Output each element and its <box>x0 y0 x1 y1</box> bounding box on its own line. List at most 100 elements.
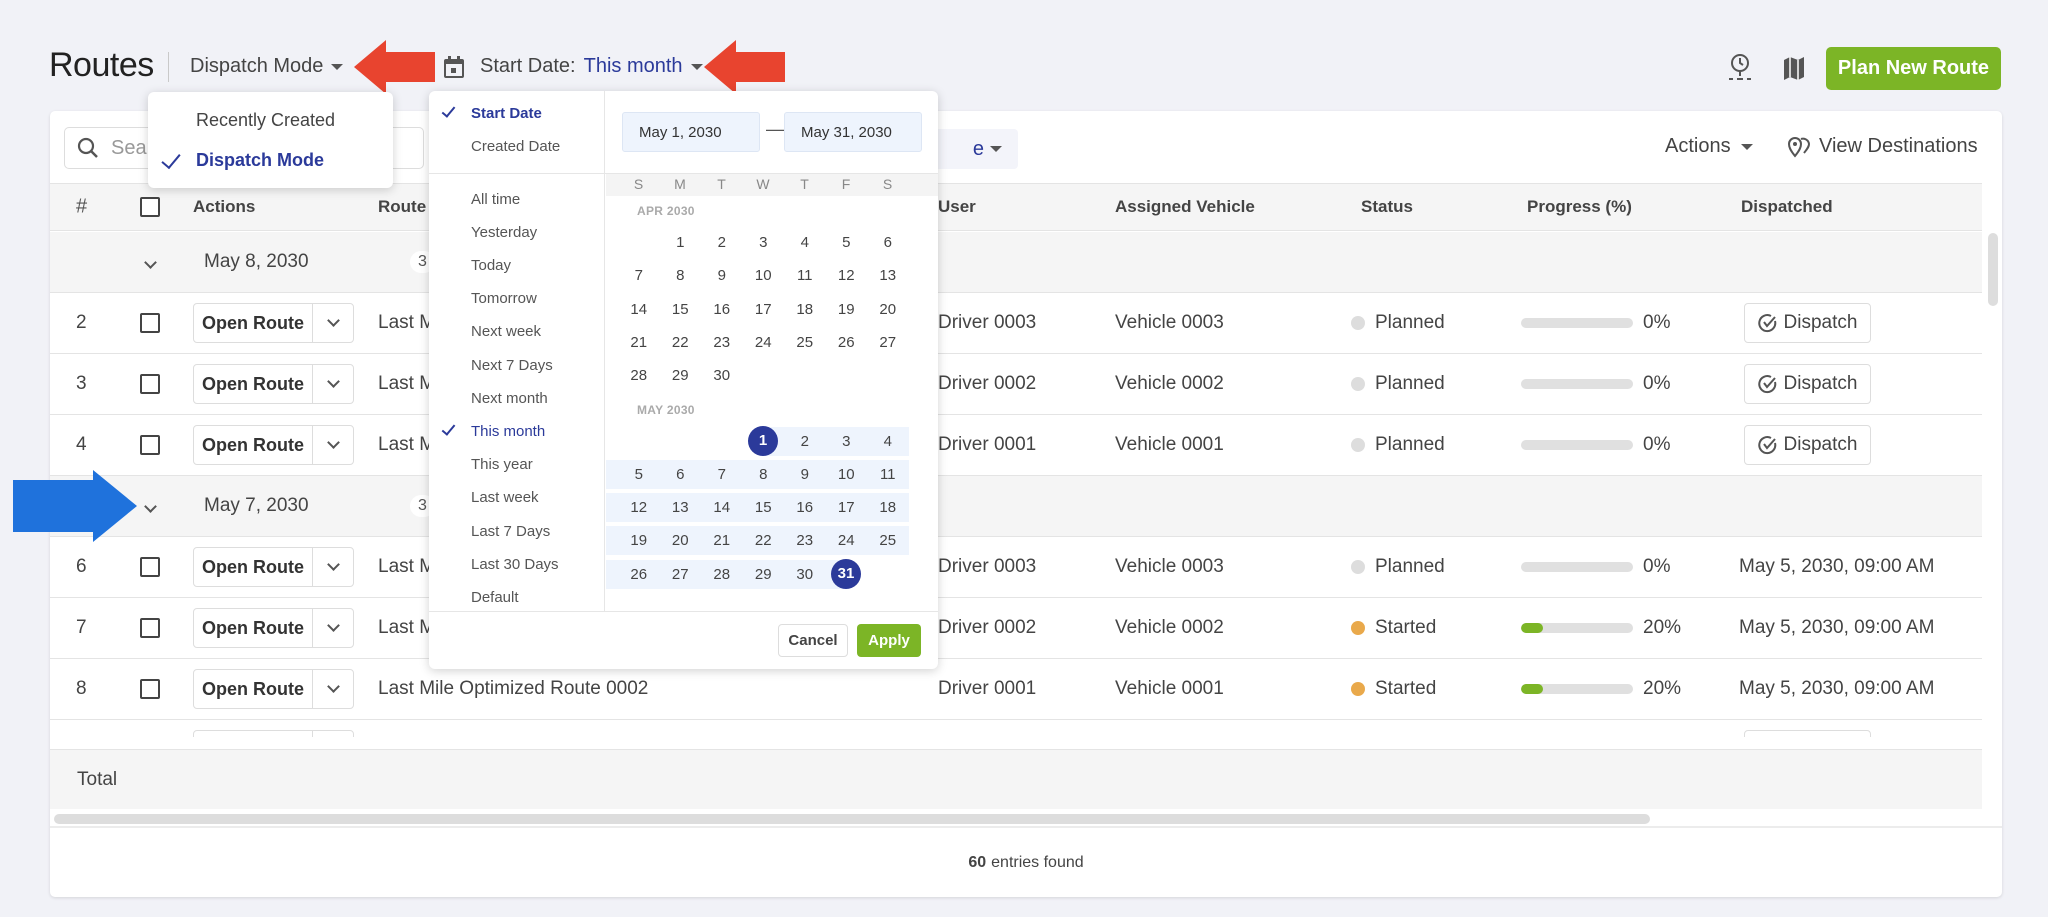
calendar-day[interactable]: 7 <box>701 460 743 489</box>
map-icon[interactable] <box>1780 52 1808 84</box>
calendar-day[interactable]: 20 <box>867 295 909 324</box>
open-route-button[interactable]: Open Route <box>194 670 313 708</box>
calendar-day[interactable]: 24 <box>743 328 785 357</box>
calendar-day[interactable]: 23 <box>701 328 743 357</box>
date-type-option[interactable]: Start Date <box>429 98 605 128</box>
date-preset-option[interactable]: Today <box>429 250 605 280</box>
calendar-day[interactable]: 10 <box>826 460 868 489</box>
column-header-route[interactable]: Route <box>378 197 426 217</box>
calendar-day[interactable]: 21 <box>701 526 743 555</box>
calendar-day[interactable]: 30 <box>701 361 743 390</box>
calendar-day[interactable]: 19 <box>826 295 868 324</box>
horizontal-scrollbar[interactable] <box>54 814 1650 824</box>
calendar-day[interactable]: 15 <box>743 493 785 522</box>
dispatch-button[interactable]: Dispatch <box>1744 730 1871 737</box>
open-route-menu-toggle[interactable] <box>313 304 353 342</box>
open-route-button[interactable]: Open Route <box>194 365 313 403</box>
calendar-day[interactable]: 1 <box>660 228 702 257</box>
calendar-day-selected[interactable]: 1 <box>748 426 778 456</box>
date-filter-dropdown[interactable]: Start Date: This month <box>444 55 703 78</box>
date-preset-option[interactable]: Tomorrow <box>429 284 605 314</box>
cancel-button[interactable]: Cancel <box>778 624 848 657</box>
date-preset-option[interactable]: Next week <box>429 317 605 347</box>
route-name[interactable]: Last Mile Optimized Route 0002 <box>378 678 648 700</box>
date-preset-option[interactable]: Next month <box>429 383 605 413</box>
calendar-day[interactable]: 4 <box>867 427 909 456</box>
group-row[interactable]: May 8, 2030 3 <box>50 232 1982 293</box>
table-body[interactable]: May 8, 2030 3 2 Open Route Last Mile Opt… <box>50 232 1982 737</box>
open-route-button[interactable]: Open Route <box>194 731 313 737</box>
calendar-day[interactable]: 18 <box>784 295 826 324</box>
date-preset-option[interactable]: This month <box>429 416 605 446</box>
table-row[interactable]: 7 Open Route Last Mile Optimized Route 0… <box>50 598 1982 659</box>
open-route-menu-toggle[interactable] <box>313 731 353 737</box>
calendar-day[interactable]: 27 <box>867 328 909 357</box>
calendar-day[interactable]: 17 <box>743 295 785 324</box>
calendar-day[interactable]: 22 <box>660 328 702 357</box>
row-checkbox[interactable] <box>140 557 160 577</box>
calendar-day[interactable]: 22 <box>743 526 785 555</box>
calendar-day[interactable]: 8 <box>743 460 785 489</box>
dispatch-button[interactable]: Dispatch <box>1744 303 1871 343</box>
calendar-day[interactable]: 2 <box>784 427 826 456</box>
date-preset-option[interactable]: Last week <box>429 483 605 513</box>
group-row[interactable]: May 7, 2030 3 <box>50 476 1982 537</box>
open-route-menu-toggle[interactable] <box>313 609 353 647</box>
calendar-day[interactable]: 12 <box>826 261 868 290</box>
calendar-day[interactable]: 13 <box>867 261 909 290</box>
open-route-button[interactable]: Open Route <box>194 548 313 586</box>
calendar-day[interactable]: 26 <box>826 328 868 357</box>
calendar-day[interactable]: 28 <box>701 560 743 589</box>
calendar-day[interactable]: 26 <box>618 560 660 589</box>
plan-new-route-button[interactable]: Plan New Route <box>1826 47 2001 90</box>
row-checkbox[interactable] <box>140 313 160 333</box>
table-row[interactable]: 9 Open Route Last Mile Optimized Route 0… <box>50 720 1982 737</box>
apply-button[interactable]: Apply <box>857 624 921 657</box>
actions-dropdown[interactable]: Actions <box>1665 135 1753 158</box>
date-type-option[interactable]: Created Date <box>429 131 605 161</box>
calendar-day[interactable]: 3 <box>826 427 868 456</box>
date-preset-option[interactable]: All time <box>429 184 605 214</box>
table-row[interactable]: 3 Open Route Last Mile Optimized Route 0… <box>50 354 1982 415</box>
table-row[interactable]: 6 Open Route Last Mile Optimized Route 0… <box>50 537 1982 598</box>
start-date-input[interactable]: May 1, 2030 <box>622 112 760 152</box>
row-checkbox[interactable] <box>140 679 160 699</box>
calendar-day[interactable]: 2 <box>701 228 743 257</box>
calendar-day[interactable]: 8 <box>660 261 702 290</box>
column-header-status[interactable]: Status <box>1361 197 1413 217</box>
calendar-day-selected[interactable]: 31 <box>831 559 861 590</box>
calendar-day[interactable]: 17 <box>826 493 868 522</box>
open-route-menu-toggle[interactable] <box>313 548 353 586</box>
calendar-day[interactable]: 6 <box>867 228 909 257</box>
column-header-dispatched[interactable]: Dispatched <box>1741 197 1833 217</box>
calendar-day[interactable]: 29 <box>660 361 702 390</box>
view-destinations-button[interactable]: View Destinations <box>1787 135 1978 158</box>
calendar-day[interactable]: 28 <box>618 361 660 390</box>
row-checkbox[interactable] <box>140 618 160 638</box>
calendar-day[interactable]: 27 <box>660 560 702 589</box>
dispatch-button[interactable]: Dispatch <box>1744 425 1871 465</box>
menu-item-dispatch-mode[interactable]: Dispatch Mode <box>148 140 393 180</box>
calendar-day[interactable]: 25 <box>784 328 826 357</box>
row-checkbox[interactable] <box>140 435 160 455</box>
open-route-menu-toggle[interactable] <box>313 670 353 708</box>
date-preset-option[interactable]: Last 7 Days <box>429 516 605 546</box>
calendar-day[interactable]: 10 <box>743 261 785 290</box>
calendar-day[interactable]: 25 <box>867 526 909 555</box>
calendar-day[interactable]: 14 <box>618 295 660 324</box>
table-row[interactable]: 2 Open Route Last Mile Optimized Route 0… <box>50 293 1982 354</box>
calendar-day[interactable]: 9 <box>701 261 743 290</box>
open-route-menu-toggle[interactable] <box>313 365 353 403</box>
group-collapse-toggle[interactable] <box>144 251 157 273</box>
date-preset-option[interactable]: This year <box>429 450 605 480</box>
calendar-day[interactable]: 29 <box>743 560 785 589</box>
group-collapse-toggle[interactable] <box>144 495 157 517</box>
date-preset-option[interactable]: Yesterday <box>429 217 605 247</box>
calendar-day[interactable]: 12 <box>618 493 660 522</box>
column-header-progress[interactable]: Progress (%) <box>1527 197 1632 217</box>
calendar-day[interactable]: 11 <box>784 261 826 290</box>
calendar-day[interactable]: 5 <box>618 460 660 489</box>
calendar-day[interactable]: 24 <box>826 526 868 555</box>
select-all-checkbox[interactable] <box>140 197 160 217</box>
table-row[interactable]: 4 Open Route Last Mile Optimized Route 0… <box>50 415 1982 476</box>
